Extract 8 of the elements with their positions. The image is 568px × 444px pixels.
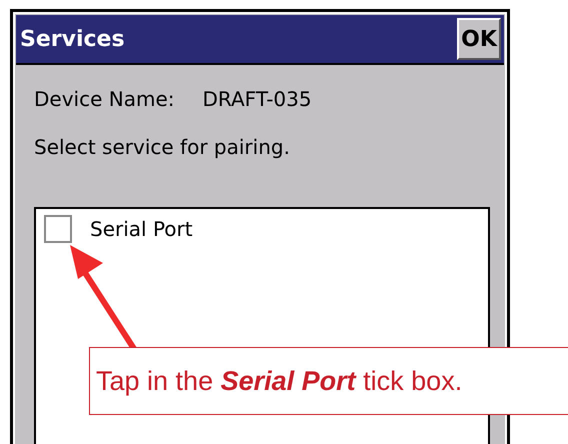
callout-text: Tap in the Serial Port tick box.	[96, 366, 462, 396]
device-name-value: DRAFT-035	[202, 87, 312, 111]
service-label[interactable]: Serial Port	[90, 217, 193, 241]
device-name-label: Device Name:	[34, 87, 174, 111]
instruction-text: Select service for pairing.	[34, 134, 291, 161]
window-title: Services	[20, 26, 125, 52]
ok-button[interactable]: OK	[457, 18, 501, 60]
checkbox[interactable]	[44, 215, 72, 243]
